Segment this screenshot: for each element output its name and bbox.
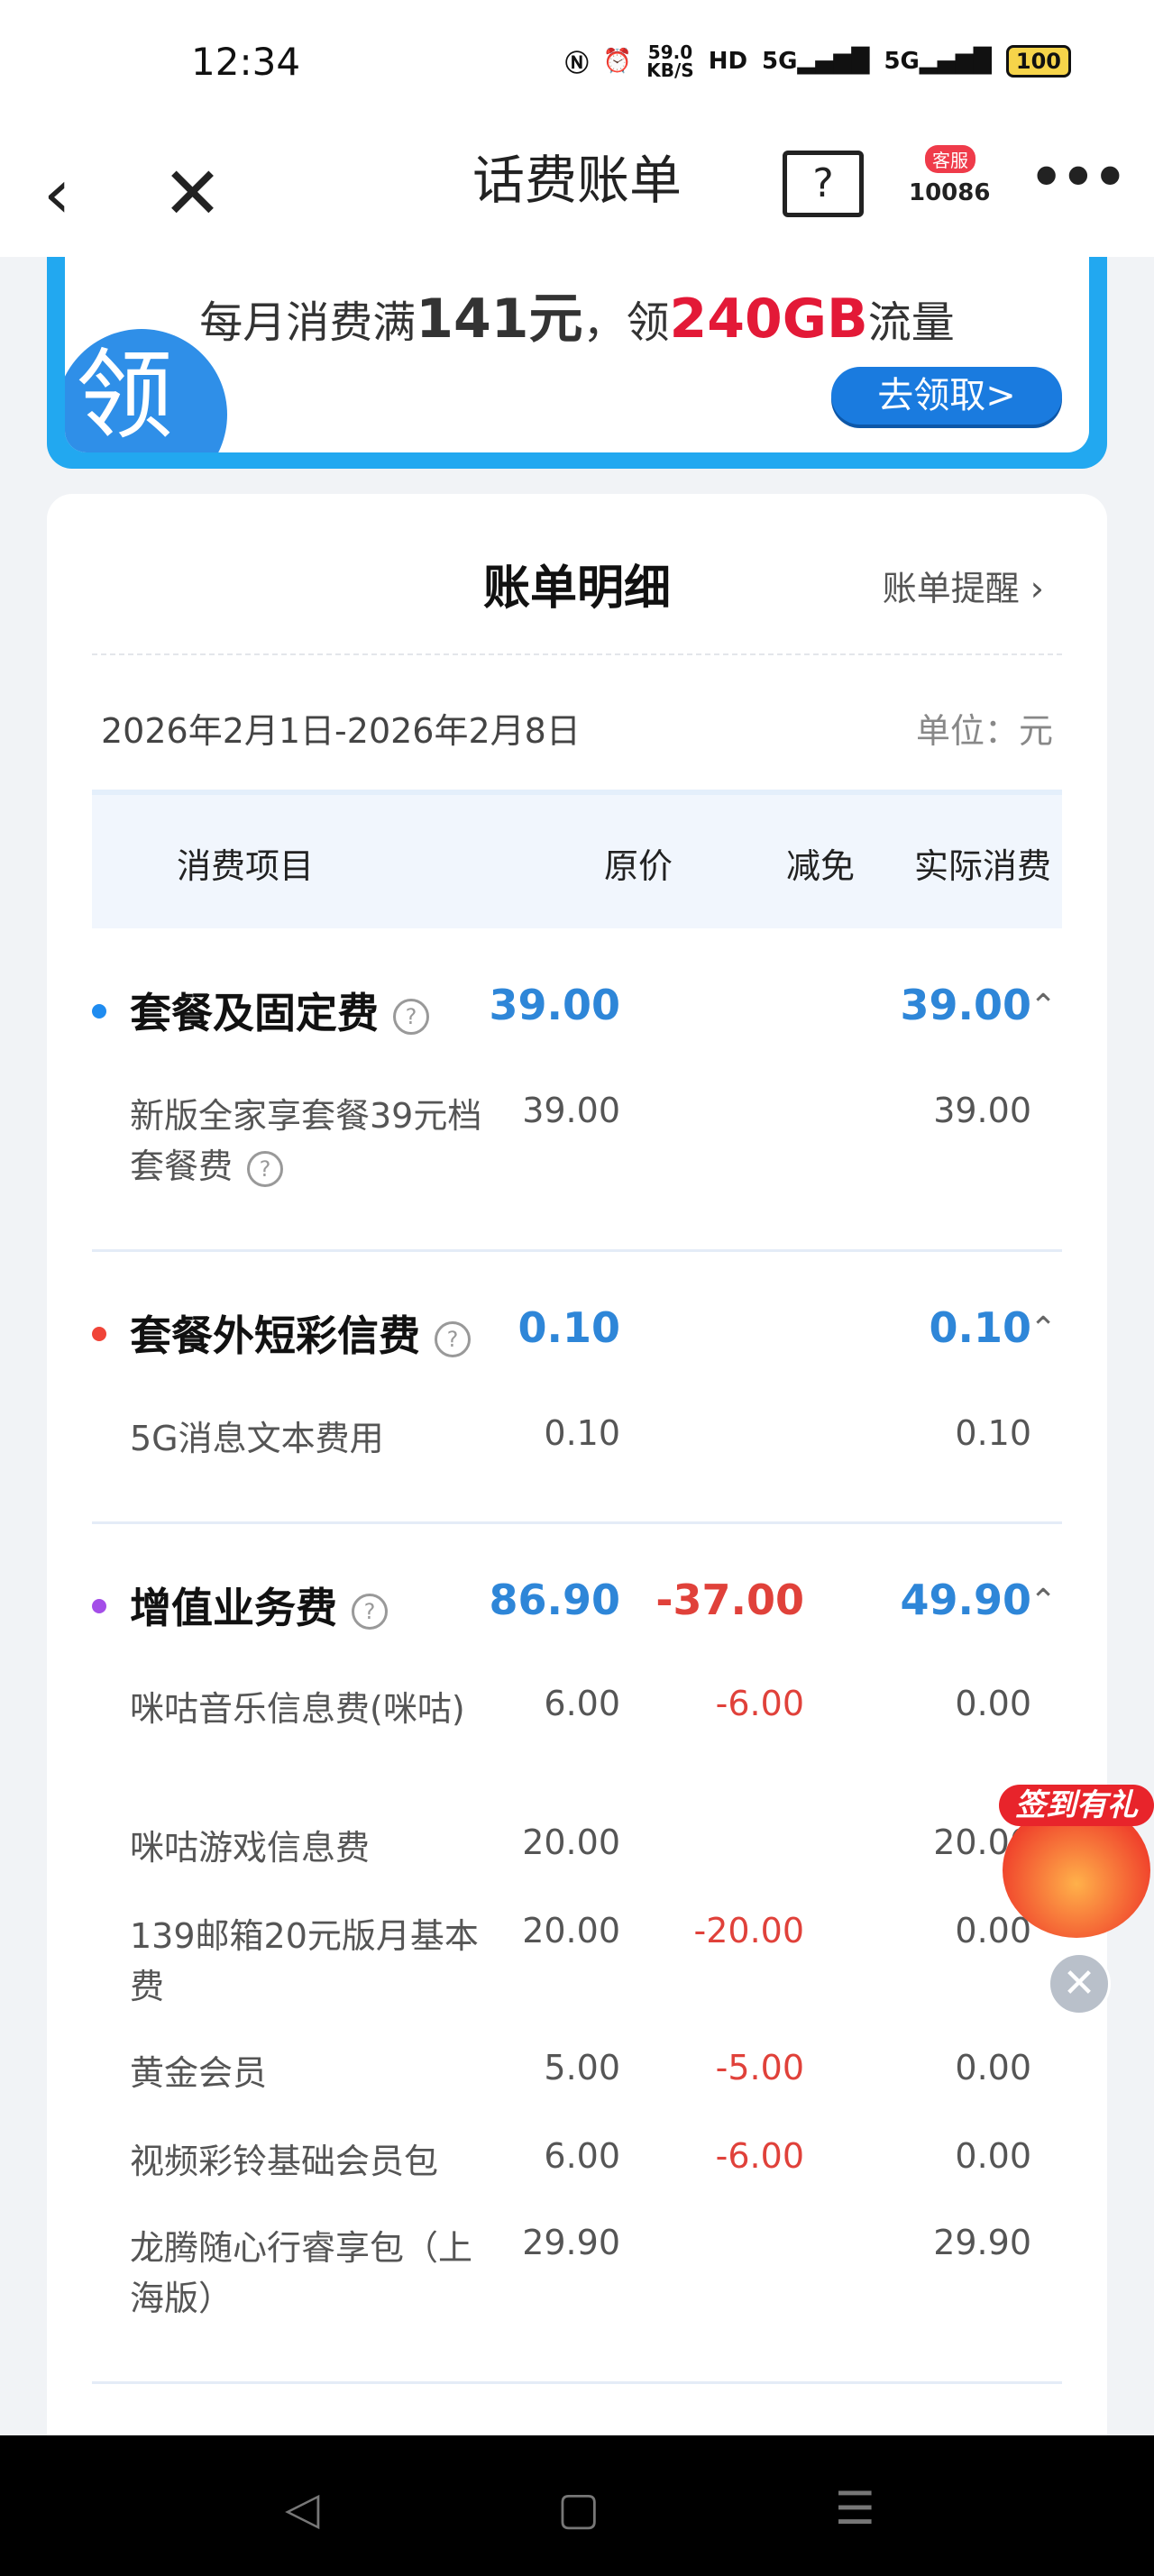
chevron-up-icon[interactable]: ⌃ xyxy=(1030,988,1057,1025)
table-header: 消费项目 原价 减免 实际消费 xyxy=(92,790,1062,928)
item-name: 龙腾随心行睿享包（上海版） xyxy=(130,2228,473,2318)
item-actual: 0.00 xyxy=(955,2048,1031,2087)
help-circle-icon[interactable]: ? xyxy=(435,1320,471,1357)
customer-service-button[interactable]: 客服 10086 xyxy=(905,145,990,223)
home-square-icon[interactable]: ▢ xyxy=(557,2482,600,2535)
section-actual: 39.00 xyxy=(900,981,1031,1029)
dashed-divider xyxy=(92,653,1062,655)
item-actual: 39.00 xyxy=(933,1091,1031,1130)
item-name: 新版全家享套餐39元档套餐费? xyxy=(130,1096,482,1187)
back-triangle-icon[interactable]: ◁ xyxy=(285,2482,319,2535)
status-bar: 12:34 Ⓝ ⏰ 59.0 KB/S HD 5G▂▄▆█ 5G▂▄▆█ 100 xyxy=(0,0,1154,131)
item-actual: 29.90 xyxy=(933,2223,1031,2262)
status-icons: Ⓝ ⏰ 59.0 KB/S HD 5G▂▄▆█ 5G▂▄▆█ 100 xyxy=(565,43,1071,79)
item-name: 咪咕音乐信息费(咪咕) xyxy=(130,1689,465,1729)
more-icon[interactable]: ••• xyxy=(1028,146,1129,209)
chevron-right-icon: › xyxy=(1030,569,1044,608)
section-name: 增值业务费? xyxy=(130,1576,388,1635)
section-dot xyxy=(92,1327,106,1341)
item-name: 咪咕游戏信息费 xyxy=(130,1828,371,1868)
section-name: 套餐及固定费? xyxy=(130,981,429,1040)
item-original: 6.00 xyxy=(544,1684,620,1723)
chevron-up-icon[interactable]: ⌃ xyxy=(1030,1311,1057,1347)
section-divider xyxy=(92,2381,1062,2384)
item-original: 20.00 xyxy=(522,1822,620,1862)
item-name: 视频彩铃基础会员包 xyxy=(130,2142,439,2181)
battery-icon: 100 xyxy=(1005,45,1071,78)
item-original: 0.10 xyxy=(544,1413,620,1453)
nfc-icon: Ⓝ xyxy=(564,50,589,78)
item-original: 5.00 xyxy=(544,2048,620,2087)
signal-icon-2: 5G▂▄▆█ xyxy=(884,48,992,75)
item-discount: -6.00 xyxy=(715,2136,804,2176)
section-name: 套餐外短彩信费? xyxy=(130,1303,471,1363)
item-actual: 0.10 xyxy=(955,1413,1031,1453)
service-number: 10086 xyxy=(909,179,991,206)
hd-icon: HD xyxy=(708,48,748,75)
item-original: 29.90 xyxy=(522,2223,620,2262)
close-widget-icon[interactable]: ✕ xyxy=(1048,1952,1111,2015)
signal-icon-1: 5G▂▄▆█ xyxy=(762,48,870,75)
help-icon[interactable]: ? xyxy=(783,151,864,217)
promo-text: 每月消费满141元，领240GB流量 xyxy=(199,288,955,351)
bill-detail-card: 账单明细 账单提醒 › 2026年2月1日-2026年2月8日 单位：元 消费项… xyxy=(47,494,1107,2477)
item-discount: -6.00 xyxy=(715,1684,804,1723)
promo-banner[interactable]: 领 每月消费满141元，领240GB流量 去领取> xyxy=(47,257,1107,469)
help-circle-icon[interactable]: ? xyxy=(393,998,429,1035)
sign-in-gift-widget[interactable]: 签到有礼 xyxy=(999,1785,1154,1938)
section-discount: -37.00 xyxy=(655,1576,804,1624)
bill-reminder-link[interactable]: 账单提醒 › xyxy=(883,561,1044,610)
system-nav-bar: ◁ ▢ ☰ xyxy=(0,2435,1154,2576)
service-badge: 客服 xyxy=(925,145,975,173)
section-dot xyxy=(92,1004,106,1019)
section-original: 39.00 xyxy=(489,981,620,1029)
chevron-up-icon[interactable]: ⌃ xyxy=(1030,1583,1057,1620)
item-original: 6.00 xyxy=(544,2136,620,2176)
bill-period: 2026年2月1日-2026年2月8日 xyxy=(101,711,581,751)
item-actual: 0.00 xyxy=(955,2136,1031,2176)
section-original: 86.90 xyxy=(489,1576,620,1624)
top-nav: ‹ ✕ 话费账单 ? 客服 10086 ••• xyxy=(0,131,1154,257)
section-actual: 0.10 xyxy=(929,1303,1032,1352)
header-discount: 减免 xyxy=(786,846,856,886)
section-divider xyxy=(92,1249,1062,1252)
header-item: 消费项目 xyxy=(177,846,315,886)
item-name: 黄金会员 xyxy=(130,2053,268,2093)
item-discount: -20.00 xyxy=(693,1911,805,1950)
alarm-icon: ⏰ xyxy=(602,48,633,75)
help-circle-icon[interactable]: ? xyxy=(352,1593,388,1630)
menu-lines-icon[interactable]: ☰ xyxy=(835,2482,875,2535)
net-speed: 59.0 KB/S xyxy=(646,41,694,81)
section-dot xyxy=(92,1599,106,1613)
header-original: 原价 xyxy=(604,846,673,886)
claim-button[interactable]: 去领取> xyxy=(831,367,1062,425)
item-discount: -5.00 xyxy=(715,2048,804,2087)
status-time: 12:34 xyxy=(191,40,301,84)
item-actual: 0.00 xyxy=(955,1684,1031,1723)
item-name: 5G消息文本费用 xyxy=(130,1419,384,1458)
item-original: 39.00 xyxy=(522,1091,620,1130)
item-name: 139邮箱20元版月基本费 xyxy=(130,1916,479,2006)
section-actual: 49.90 xyxy=(900,1576,1031,1624)
help-circle-icon[interactable]: ? xyxy=(247,1150,284,1187)
section-divider xyxy=(92,1521,1062,1524)
header-actual: 实际消费 xyxy=(914,846,1052,886)
section-original: 0.10 xyxy=(517,1303,621,1352)
sign-in-label: 签到有礼 xyxy=(999,1785,1154,1826)
item-original: 20.00 xyxy=(522,1911,620,1950)
bill-unit: 单位：元 xyxy=(915,711,1053,751)
